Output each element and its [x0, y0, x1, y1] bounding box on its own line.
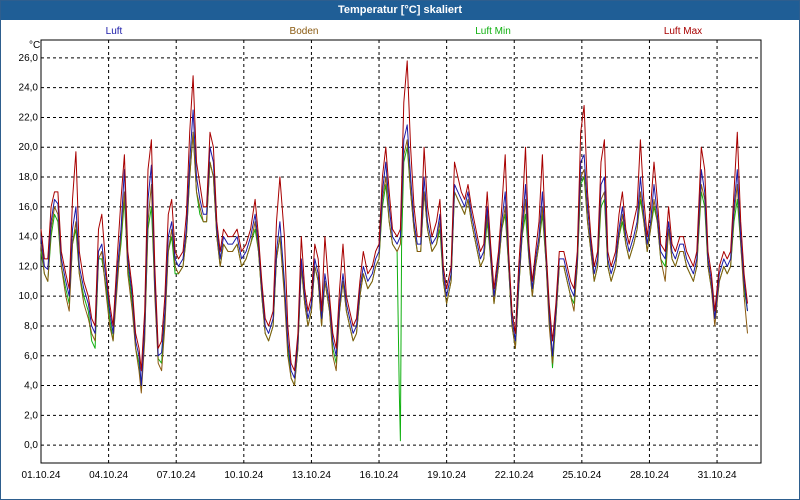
x-tick-label: 31.10.24	[698, 470, 737, 481]
x-tick-label: 04.10.24	[89, 470, 128, 481]
chart-window: Temperatur [°C] skaliert 0,0 2,0 4,0 6,0 8,0…	[0, 0, 800, 500]
legend-entry-luft: Luft	[106, 26, 123, 37]
y-axis: 0,0 2,0 4,0 6,0 8,0 10,0 12,0 14,0 16,0 18,0 20,0 2…	[19, 53, 39, 451]
y-tick-label: 18,0	[19, 172, 39, 183]
x-axis: 01.10.24 04.10.24 07.10.24 10.10.24 13.10.24…	[22, 470, 737, 481]
y-tick-label: 2,0	[24, 410, 38, 421]
y-tick-label: 20,0	[19, 142, 39, 153]
temperature-chart: 0,0 2,0 4,0 6,0 8,0 10,0 12,0 14,0 16,0 18,0 20,0 2…	[19, 26, 762, 481]
x-tick-label: 28.10.24	[630, 470, 669, 481]
y-tick-label: 8,0	[24, 321, 38, 332]
legend-entry-luft-max: Luft Max	[664, 26, 702, 37]
y-tick-label: 10,0	[19, 291, 39, 302]
x-tick-label: 10.10.24	[224, 470, 263, 481]
x-tick-label: 22.10.24	[495, 470, 534, 481]
x-tick-label: 01.10.24	[22, 470, 61, 481]
y-tick-label: 6,0	[24, 351, 38, 362]
y-tick-label: 14,0	[19, 232, 39, 243]
y-tick-label: 4,0	[24, 381, 38, 392]
y-axis-unit-label: °C	[29, 40, 40, 51]
legend: Luft Boden Luft Min Luft Max	[106, 26, 703, 37]
x-tick-label: 16.10.24	[360, 470, 399, 481]
legend-entry-boden: Boden	[290, 26, 319, 37]
y-tick-label: 22,0	[19, 112, 39, 123]
y-tick-label: 12,0	[19, 261, 39, 272]
y-tick-label: 24,0	[19, 83, 39, 94]
y-tick-label: 16,0	[19, 202, 39, 213]
x-tick-label: 25.10.24	[562, 470, 601, 481]
chart-title: Temperatur [°C] skaliert	[1, 1, 799, 20]
x-tick-label: 07.10.24	[157, 470, 196, 481]
y-tick-label: 26,0	[19, 53, 39, 64]
x-tick-label: 19.10.24	[427, 470, 466, 481]
x-tick-label: 13.10.24	[292, 470, 331, 481]
legend-entry-luft-min: Luft Min	[475, 26, 511, 37]
y-tick-label: 0,0	[24, 440, 38, 451]
